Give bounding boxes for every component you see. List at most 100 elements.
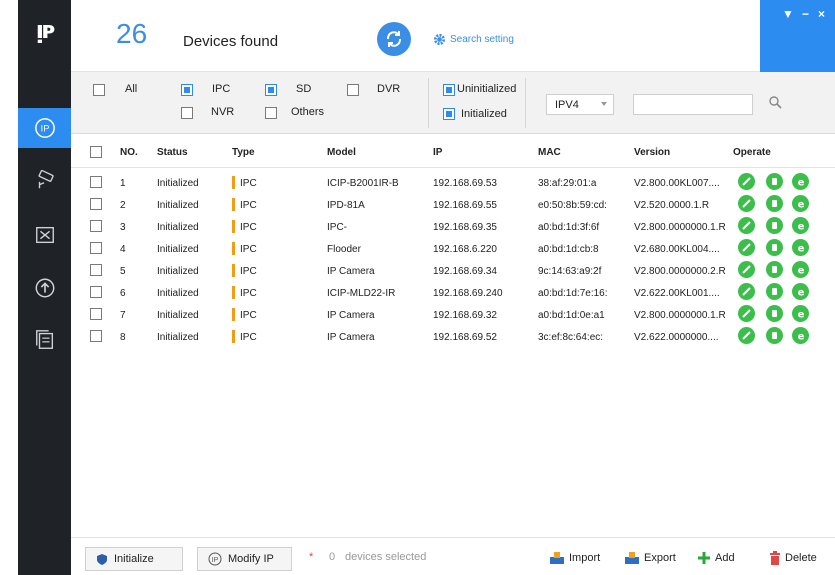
add-button[interactable]: Add [697, 551, 735, 565]
edit-button[interactable] [738, 195, 755, 212]
search-icon [769, 96, 782, 109]
row-checkbox[interactable] [90, 330, 102, 342]
modify-ip-button[interactable]: IP Modify IP [197, 547, 292, 571]
search-button[interactable] [768, 95, 782, 112]
filter-uninitialized-checkbox[interactable] [443, 84, 455, 96]
browser-button[interactable]: e [792, 195, 809, 212]
row-checkbox[interactable] [90, 220, 102, 232]
edit-button[interactable] [738, 327, 755, 344]
filter-others-checkbox[interactable] [265, 107, 277, 119]
sidebar-item-camera[interactable] [18, 160, 71, 200]
cell-mac: a0:bd:1d:0e:a1 [538, 310, 605, 321]
web-config-button[interactable] [766, 217, 783, 234]
browser-button[interactable]: e [792, 327, 809, 344]
ip-version-select[interactable]: IPV4 [546, 94, 614, 115]
filter-dvr-checkbox[interactable] [347, 84, 359, 96]
browser-button[interactable]: e [792, 261, 809, 278]
edit-button[interactable] [738, 173, 755, 190]
web-icon [772, 288, 777, 295]
cell-type: IPC [240, 288, 257, 299]
cell-status: Initialized [157, 310, 199, 321]
table-row[interactable]: 6 Initialized IPC ICIP-MLD22-IR 192.168.69.2… [71, 282, 835, 304]
edit-button[interactable] [738, 305, 755, 322]
web-icon [772, 266, 777, 273]
browser-button[interactable]: e [792, 305, 809, 322]
browser-button[interactable]: e [792, 217, 809, 234]
table-row[interactable]: 1 Initialized IPC ICIP-B2001IR-B 192.168.69.… [71, 172, 835, 194]
minimize-icon[interactable]: − [802, 7, 809, 21]
table-row[interactable]: 3 Initialized IPC IPC- 192.168.69.35 a0:bd:1d… [71, 216, 835, 238]
device-count: 26 [116, 18, 148, 49]
cell-model: IPD-81A [327, 200, 365, 211]
web-config-button[interactable] [766, 195, 783, 212]
table-row[interactable]: 7 Initialized IPC IP Camera 192.168.69.32 a0:… [71, 304, 835, 326]
table-row[interactable]: 8 Initialized IPC IP Camera 192.168.69.52 3c:… [71, 326, 835, 348]
browser-button[interactable]: e [792, 173, 809, 190]
filter-nvr-checkbox[interactable] [181, 107, 193, 119]
cell-mac: a0:bd:1d:7e:16: [538, 288, 608, 299]
web-icon [772, 222, 777, 229]
cell-model: IP Camera [327, 310, 375, 321]
export-button[interactable]: Export [624, 551, 676, 565]
column-header-version: Version [634, 147, 671, 158]
filter-all-checkbox[interactable] [93, 84, 105, 96]
web-config-button[interactable] [766, 305, 783, 322]
edit-button[interactable] [738, 217, 755, 234]
filter-ipc-checkbox[interactable] [181, 84, 193, 96]
delete-label: Delete [785, 552, 817, 564]
edit-icon [742, 331, 751, 340]
edit-button[interactable] [738, 261, 755, 278]
web-config-button[interactable] [766, 283, 783, 300]
cell-mac: 38:af:29:01:a [538, 178, 597, 189]
close-icon[interactable]: × [818, 7, 825, 21]
row-checkbox[interactable] [90, 286, 102, 298]
row-checkbox[interactable] [90, 264, 102, 276]
edit-button[interactable] [738, 239, 755, 256]
edit-button[interactable] [738, 283, 755, 300]
row-checkbox[interactable] [90, 176, 102, 188]
row-checkbox[interactable] [90, 308, 102, 320]
filter-initialized-checkbox[interactable] [443, 108, 455, 120]
table-row[interactable]: 2 Initialized IPC IPD-81A 192.168.69.55 e0:50… [71, 194, 835, 216]
cell-no: 2 [120, 200, 126, 211]
sidebar-item-upgrade[interactable] [18, 268, 71, 308]
cell-type: IPC [240, 244, 257, 255]
svg-text:e: e [797, 221, 804, 231]
sidebar-item-ip-search[interactable]: IP [18, 108, 71, 148]
cell-ip: 192.168.69.52 [433, 332, 497, 343]
menu-dropdown-icon[interactable]: ▼ [782, 7, 794, 21]
search-setting-link[interactable]: Search setting [433, 33, 514, 46]
search-input[interactable] [633, 94, 753, 115]
delete-button[interactable]: Delete [769, 551, 817, 565]
type-marker [232, 242, 235, 255]
gear-icon [433, 33, 446, 46]
cell-type: IPC [240, 332, 257, 343]
cell-version: V2.520.0000.1.R [634, 200, 710, 211]
row-checkbox[interactable] [90, 198, 102, 210]
refresh-button[interactable] [377, 22, 411, 56]
cell-version: V2.800.0000000.1.R [634, 310, 726, 321]
sidebar-item-docs[interactable] [18, 320, 71, 360]
select-all-checkbox[interactable] [90, 146, 102, 158]
web-config-button[interactable] [766, 327, 783, 344]
ip-icon: IP [34, 118, 55, 138]
table-row[interactable]: 5 Initialized IPC IP Camera 192.168.69.34 9c:… [71, 260, 835, 282]
browser-button[interactable]: e [792, 283, 809, 300]
column-header-model: Model [327, 147, 356, 158]
import-button[interactable]: Import [549, 551, 600, 565]
initialize-button[interactable]: Initialize [85, 547, 183, 571]
cell-type: IPC [240, 200, 257, 211]
cell-no: 8 [120, 332, 126, 343]
table-row[interactable]: 4 Initialized IPC Flooder 192.168.6.220 a0:bd… [71, 238, 835, 260]
cell-mac: a0:bd:1d:3f:6f [538, 222, 600, 233]
export-icon [625, 552, 639, 564]
web-config-button[interactable] [766, 261, 783, 278]
row-checkbox[interactable] [90, 242, 102, 254]
cell-no: 4 [120, 244, 126, 255]
web-config-button[interactable] [766, 173, 783, 190]
browser-button[interactable]: e [792, 239, 809, 256]
sidebar-item-tools[interactable] [18, 215, 71, 255]
filter-sd-checkbox[interactable] [265, 84, 277, 96]
svg-text:e: e [797, 331, 804, 341]
web-config-button[interactable] [766, 239, 783, 256]
